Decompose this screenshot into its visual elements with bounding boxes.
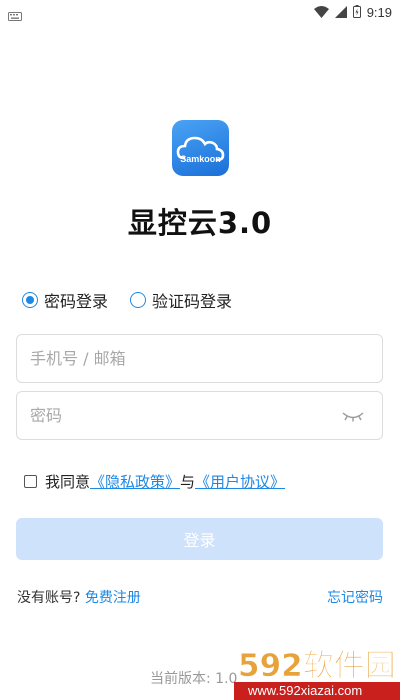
code-login-option[interactable]: 验证码登录 [130, 288, 232, 312]
version-text: 当前版本: 1.0 [150, 671, 238, 687]
code-login-label: 验证码登录 [152, 292, 233, 311]
password-login-option[interactable]: 密码登录 [22, 288, 108, 312]
watermark: 592软件园 www.592xiazai.com [234, 636, 400, 700]
footer-links: 没有账号? 免费注册 忘记密码 [17, 587, 383, 607]
radio-unselected-icon[interactable] [130, 292, 147, 308]
user-agreement-link[interactable]: 《用户协议》 [195, 471, 285, 492]
app-logo: Samkoon [172, 120, 229, 176]
status-bar: 9:19 [0, 0, 400, 24]
agreement-prefix: 我同意 [45, 472, 91, 491]
password-login-label: 密码登录 [44, 292, 109, 311]
no-account-text: 没有账号? [17, 590, 81, 606]
privacy-policy-link[interactable]: 《隐私政策》 [90, 471, 180, 492]
app-title: 显控云3.0 [127, 206, 273, 240]
account-field [16, 334, 383, 383]
signal-icon [334, 3, 347, 22]
keyboard-icon [8, 6, 22, 25]
agreement-and: 与 [180, 472, 196, 491]
register-link[interactable]: 免费注册 [85, 590, 141, 606]
status-time: 9:19 [366, 4, 392, 20]
no-account-row: 没有账号? 免费注册 [17, 587, 141, 607]
account-input[interactable] [30, 335, 330, 382]
radio-selected-icon[interactable] [22, 292, 38, 308]
password-field [16, 391, 383, 440]
eye-closed-icon[interactable] [342, 408, 364, 427]
login-button[interactable]: 登录 [16, 518, 383, 560]
password-input[interactable] [30, 392, 330, 439]
logo-text: Samkoon [180, 154, 221, 164]
forgot-password-link[interactable]: 忘记密码 [327, 587, 383, 607]
wifi-icon [313, 3, 329, 22]
agreement-row: 我同意 《隐私政策》 与 《用户协议》 [24, 471, 285, 492]
watermark-big-text: 592软件园 [238, 648, 396, 684]
watermark-url: www.592xiazai.com [247, 683, 362, 698]
cloud-icon [176, 136, 225, 162]
battery-icon [352, 3, 361, 22]
login-mode-group: 密码登录 验证码登录 [22, 288, 232, 312]
agreement-checkbox[interactable] [24, 474, 37, 488]
